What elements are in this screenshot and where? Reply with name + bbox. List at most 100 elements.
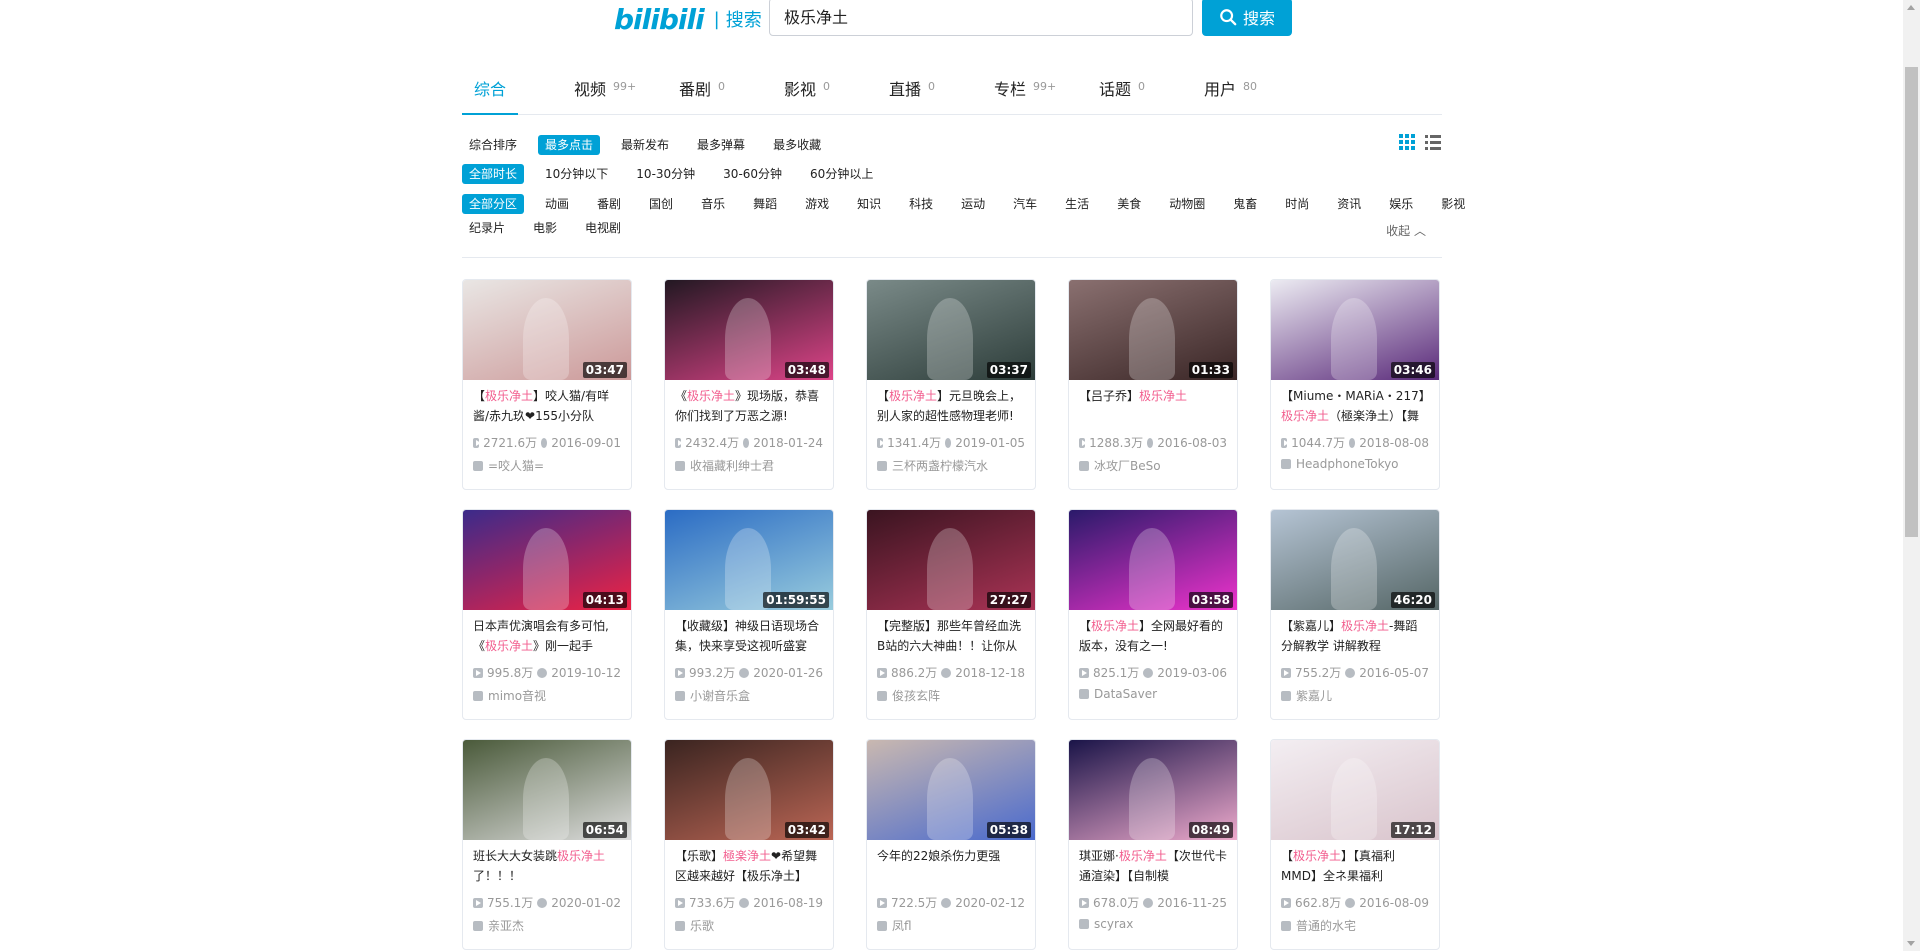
- search-button[interactable]: 搜索: [1202, 0, 1292, 36]
- sort-chip[interactable]: 最多收藏: [766, 135, 828, 155]
- video-card[interactable]: 01:59:55 【收藏级】神级日语现场合集，快来享受这视听盛宴 993.2万 202…: [664, 509, 834, 720]
- tab-1[interactable]: 视频 99+: [574, 60, 636, 113]
- uploader[interactable]: 冰攻厂BeSo: [1069, 451, 1237, 474]
- duration-chip[interactable]: 10分钟以下: [538, 164, 615, 184]
- sort-chip[interactable]: 最多点击: [538, 135, 601, 155]
- tab-4[interactable]: 直播 0: [889, 60, 935, 113]
- video-title[interactable]: 【极乐净土】【真福利MMD】全ネ果福利: [1271, 840, 1439, 886]
- video-title[interactable]: 【极乐净土】全网最好看的版本，没有之一!: [1069, 610, 1237, 656]
- video-card[interactable]: 06:54 班长大大女装跳极乐净土了！！！ 755.1万 2020-01-02 亲亚杰: [462, 739, 632, 950]
- tab-6[interactable]: 话题 0: [1099, 60, 1145, 113]
- uploader[interactable]: 紫嘉儿: [1271, 681, 1439, 704]
- video-card[interactable]: 04:13 日本声优演唱会有多可怕,《极乐净土》刚一起手 995.8万 2019-10…: [462, 509, 632, 720]
- search-input[interactable]: [770, 0, 1198, 33]
- video-thumbnail[interactable]: 03:37: [867, 280, 1035, 380]
- zone-chip[interactable]: 资讯: [1330, 194, 1368, 214]
- uploader[interactable]: 乐歌: [665, 911, 833, 934]
- uploader[interactable]: 亲亚杰: [463, 911, 631, 934]
- sort-chip[interactable]: 综合排序: [462, 135, 524, 155]
- sort-chip[interactable]: 最多弹幕: [690, 135, 752, 155]
- video-title[interactable]: 【紫嘉儿】极乐净土-舞蹈分解教学 讲解教程: [1271, 610, 1439, 656]
- duration-chip[interactable]: 60分钟以上: [803, 164, 880, 184]
- video-title[interactable]: 【吕子乔】极乐净土: [1069, 380, 1237, 426]
- duration-chip[interactable]: 30-60分钟: [716, 164, 789, 184]
- uploader[interactable]: 收福藏利绅士君: [665, 451, 833, 474]
- video-thumbnail[interactable]: 03:46: [1271, 280, 1439, 380]
- video-card[interactable]: 03:46 【Miume・MARiA・217】极乐净土（極楽浄土）【舞 1044.7…: [1270, 279, 1440, 490]
- uploader[interactable]: 俊孩玄阵: [867, 681, 1035, 704]
- zone-chip[interactable]: 影视: [1434, 194, 1472, 214]
- video-title[interactable]: 班长大大女装跳极乐净土了！！！: [463, 840, 631, 886]
- zone-chip[interactable]: 娱乐: [1382, 194, 1420, 214]
- uploader[interactable]: 小谢音乐盒: [665, 681, 833, 704]
- video-title[interactable]: 琪亚娜·极乐净土【次世代卡通渲染】【自制模: [1069, 840, 1237, 886]
- video-thumbnail[interactable]: 03:48: [665, 280, 833, 380]
- duration-chip[interactable]: 全部时长: [462, 164, 525, 184]
- grid-view-icon[interactable]: [1398, 133, 1416, 151]
- zone-chip[interactable]: 音乐: [694, 194, 732, 214]
- zone-chip[interactable]: 知识: [850, 194, 888, 214]
- video-title[interactable]: 【极乐净土】咬人猫/有咩酱/赤九玖❤155小分队: [463, 380, 631, 426]
- video-title[interactable]: 【乐歌】極楽浄土❤希望舞区越来越好【极乐净土】: [665, 840, 833, 886]
- video-card[interactable]: 03:48 《极乐净土》现场版，恭喜你们找到了万恶之源! 2432.4万 2018-0…: [664, 279, 834, 490]
- scroll-thumb[interactable]: [1905, 67, 1918, 537]
- list-view-icon[interactable]: [1424, 133, 1442, 151]
- sort-chip[interactable]: 最新发布: [614, 135, 676, 155]
- uploader[interactable]: 普通的水宅: [1271, 911, 1439, 934]
- tab-7[interactable]: 用户 80: [1204, 60, 1257, 113]
- scroll-up-icon[interactable]: [1907, 5, 1915, 10]
- zone-chip[interactable]: 游戏: [798, 194, 836, 214]
- video-card[interactable]: 08:49 琪亚娜·极乐净土【次世代卡通渲染】【自制模 678.0万 2016-11-…: [1068, 739, 1238, 950]
- uploader[interactable]: 三杯两盏柠檬汽水: [867, 451, 1035, 474]
- video-thumbnail[interactable]: 03:47: [463, 280, 631, 380]
- bilibili-logo[interactable]: bilibili | 搜索: [614, 2, 762, 36]
- duration-chip[interactable]: 10-30分钟: [629, 164, 702, 184]
- zone-chip[interactable]: 鬼畜: [1226, 194, 1264, 214]
- video-thumbnail[interactable]: 01:59:55: [665, 510, 833, 610]
- video-card[interactable]: 46:20 【紫嘉儿】极乐净土-舞蹈分解教学 讲解教程 755.2万 2016-05-…: [1270, 509, 1440, 720]
- zone-chip[interactable]: 电影: [526, 218, 564, 238]
- video-title[interactable]: 【完整版】那些年曾经血洗B站的六大神曲！！让你从: [867, 610, 1035, 656]
- video-title[interactable]: 今年的22娘杀伤力更强: [867, 840, 1035, 886]
- video-thumbnail[interactable]: 08:49: [1069, 740, 1237, 840]
- video-thumbnail[interactable]: 27:27: [867, 510, 1035, 610]
- video-card[interactable]: 03:42 【乐歌】極楽浄土❤希望舞区越来越好【极乐净土】 733.6万 2016-0…: [664, 739, 834, 950]
- uploader[interactable]: DataSaver: [1069, 681, 1237, 701]
- video-card[interactable]: 17:12 【极乐净土】【真福利MMD】全ネ果福利 662.8万 2016-08-09…: [1270, 739, 1440, 950]
- uploader[interactable]: scyrax: [1069, 911, 1237, 931]
- video-thumbnail[interactable]: 01:33: [1069, 280, 1237, 380]
- video-title[interactable]: 【收藏级】神级日语现场合集，快来享受这视听盛宴: [665, 610, 833, 656]
- tab-2[interactable]: 番剧 0: [679, 60, 725, 113]
- video-card[interactable]: 03:58 【极乐净土】全网最好看的版本，没有之一! 825.1万 2019-03-0…: [1068, 509, 1238, 720]
- zone-chip[interactable]: 舞蹈: [746, 194, 784, 214]
- video-thumbnail[interactable]: 46:20: [1271, 510, 1439, 610]
- tab-0[interactable]: 综合: [462, 60, 519, 115]
- video-thumbnail[interactable]: 05:38: [867, 740, 1035, 840]
- uploader[interactable]: mimo音视: [463, 681, 631, 704]
- zone-chip[interactable]: 电视剧: [578, 218, 628, 238]
- video-card[interactable]: 01:33 【吕子乔】极乐净土 1288.3万 2016-08-03 冰攻厂BeSo: [1068, 279, 1238, 490]
- scroll-down-icon[interactable]: [1907, 941, 1915, 946]
- video-thumbnail[interactable]: 03:58: [1069, 510, 1237, 610]
- zone-chip[interactable]: 科技: [902, 194, 940, 214]
- zone-chip[interactable]: 动物圈: [1162, 194, 1212, 214]
- zone-chip[interactable]: 动画: [538, 194, 576, 214]
- video-title[interactable]: 【Miume・MARiA・217】极乐净土（極楽浄土）【舞: [1271, 380, 1439, 426]
- page-scrollbar[interactable]: [1903, 0, 1920, 951]
- zone-chip[interactable]: 国创: [642, 194, 680, 214]
- zone-chip[interactable]: 时尚: [1278, 194, 1316, 214]
- tab-5[interactable]: 专栏 99+: [994, 60, 1056, 113]
- video-title[interactable]: 《极乐净土》现场版，恭喜你们找到了万恶之源!: [665, 380, 833, 426]
- video-thumbnail[interactable]: 17:12: [1271, 740, 1439, 840]
- zone-chip[interactable]: 汽车: [1006, 194, 1044, 214]
- zone-chip[interactable]: 运动: [954, 194, 992, 214]
- video-thumbnail[interactable]: 03:42: [665, 740, 833, 840]
- video-card[interactable]: 27:27 【完整版】那些年曾经血洗B站的六大神曲！！让你从 886.2万 2018-…: [866, 509, 1036, 720]
- uploader[interactable]: =咬人猫=: [463, 451, 631, 474]
- video-thumbnail[interactable]: 06:54: [463, 740, 631, 840]
- uploader[interactable]: 凤fl: [867, 911, 1035, 934]
- uploader[interactable]: HeadphoneTokyo: [1271, 451, 1439, 471]
- zone-chip[interactable]: 全部分区: [462, 194, 525, 214]
- video-title[interactable]: 【极乐净土】元旦晚会上，别人家的超性感物理老师!: [867, 380, 1035, 426]
- video-card[interactable]: 03:37 【极乐净土】元旦晚会上，别人家的超性感物理老师! 1341.4万 2019…: [866, 279, 1036, 490]
